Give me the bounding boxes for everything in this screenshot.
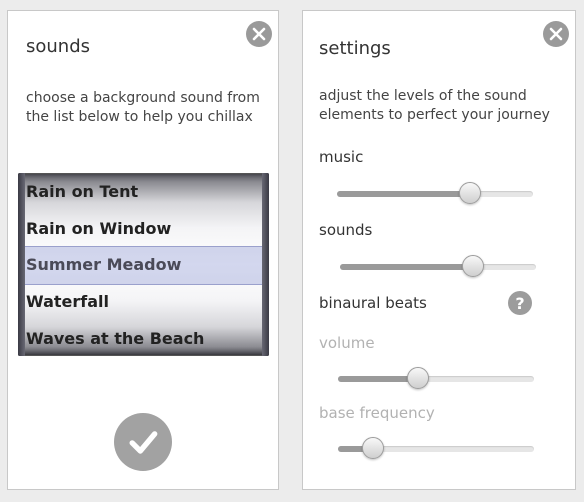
slider-fill (337, 191, 471, 197)
picker-item-waterfall[interactable]: Waterfall (26, 283, 109, 320)
slider-thumb[interactable] (407, 367, 430, 389)
slider-thumb[interactable] (462, 255, 485, 277)
close-icon[interactable] (246, 21, 272, 47)
base-frequency-label: base frequency (319, 404, 435, 422)
slider-fill (338, 376, 419, 382)
sounds-label: sounds (319, 221, 373, 239)
close-icon-glyph (549, 27, 563, 41)
help-icon[interactable]: ? (508, 291, 532, 315)
binaural-beats-label: binaural beats (319, 294, 427, 312)
slider-thumb[interactable] (459, 182, 482, 204)
picker-item-summer-meadow[interactable]: Summer Meadow (26, 246, 181, 283)
music-label: music (319, 148, 364, 166)
volume-label: volume (319, 334, 375, 352)
sounds-panel: sounds choose a background sound from th… (7, 10, 279, 490)
picker-item-rain-on-tent[interactable]: Rain on Tent (26, 173, 138, 210)
settings-panel: settings adjust the levels of the sound … (302, 10, 576, 490)
slider-fill (340, 264, 474, 270)
confirm-button[interactable] (114, 413, 172, 471)
sounds-slider[interactable] (340, 255, 536, 277)
slider-thumb[interactable] (362, 437, 385, 459)
close-icon-glyph (252, 27, 266, 41)
picker-edge-left (18, 173, 25, 356)
volume-slider[interactable] (338, 367, 534, 389)
picker-edge-right (262, 173, 269, 356)
checkmark-icon (129, 431, 158, 454)
picker-item-rain-on-window[interactable]: Rain on Window (26, 210, 171, 247)
settings-title: settings (319, 38, 391, 59)
music-slider[interactable] (337, 182, 533, 204)
picker-item-waves-at-the-beach[interactable]: Waves at the Beach (26, 320, 204, 356)
sounds-description: choose a background sound from the list … (26, 90, 260, 125)
base-frequency-slider[interactable] (338, 437, 534, 459)
sound-picker[interactable]: Rain on Tent Rain on Window Summer Meado… (18, 173, 269, 356)
sounds-title: sounds (26, 36, 91, 57)
close-icon[interactable] (543, 21, 569, 47)
settings-description: adjust the levels of the sound elements … (319, 88, 550, 123)
